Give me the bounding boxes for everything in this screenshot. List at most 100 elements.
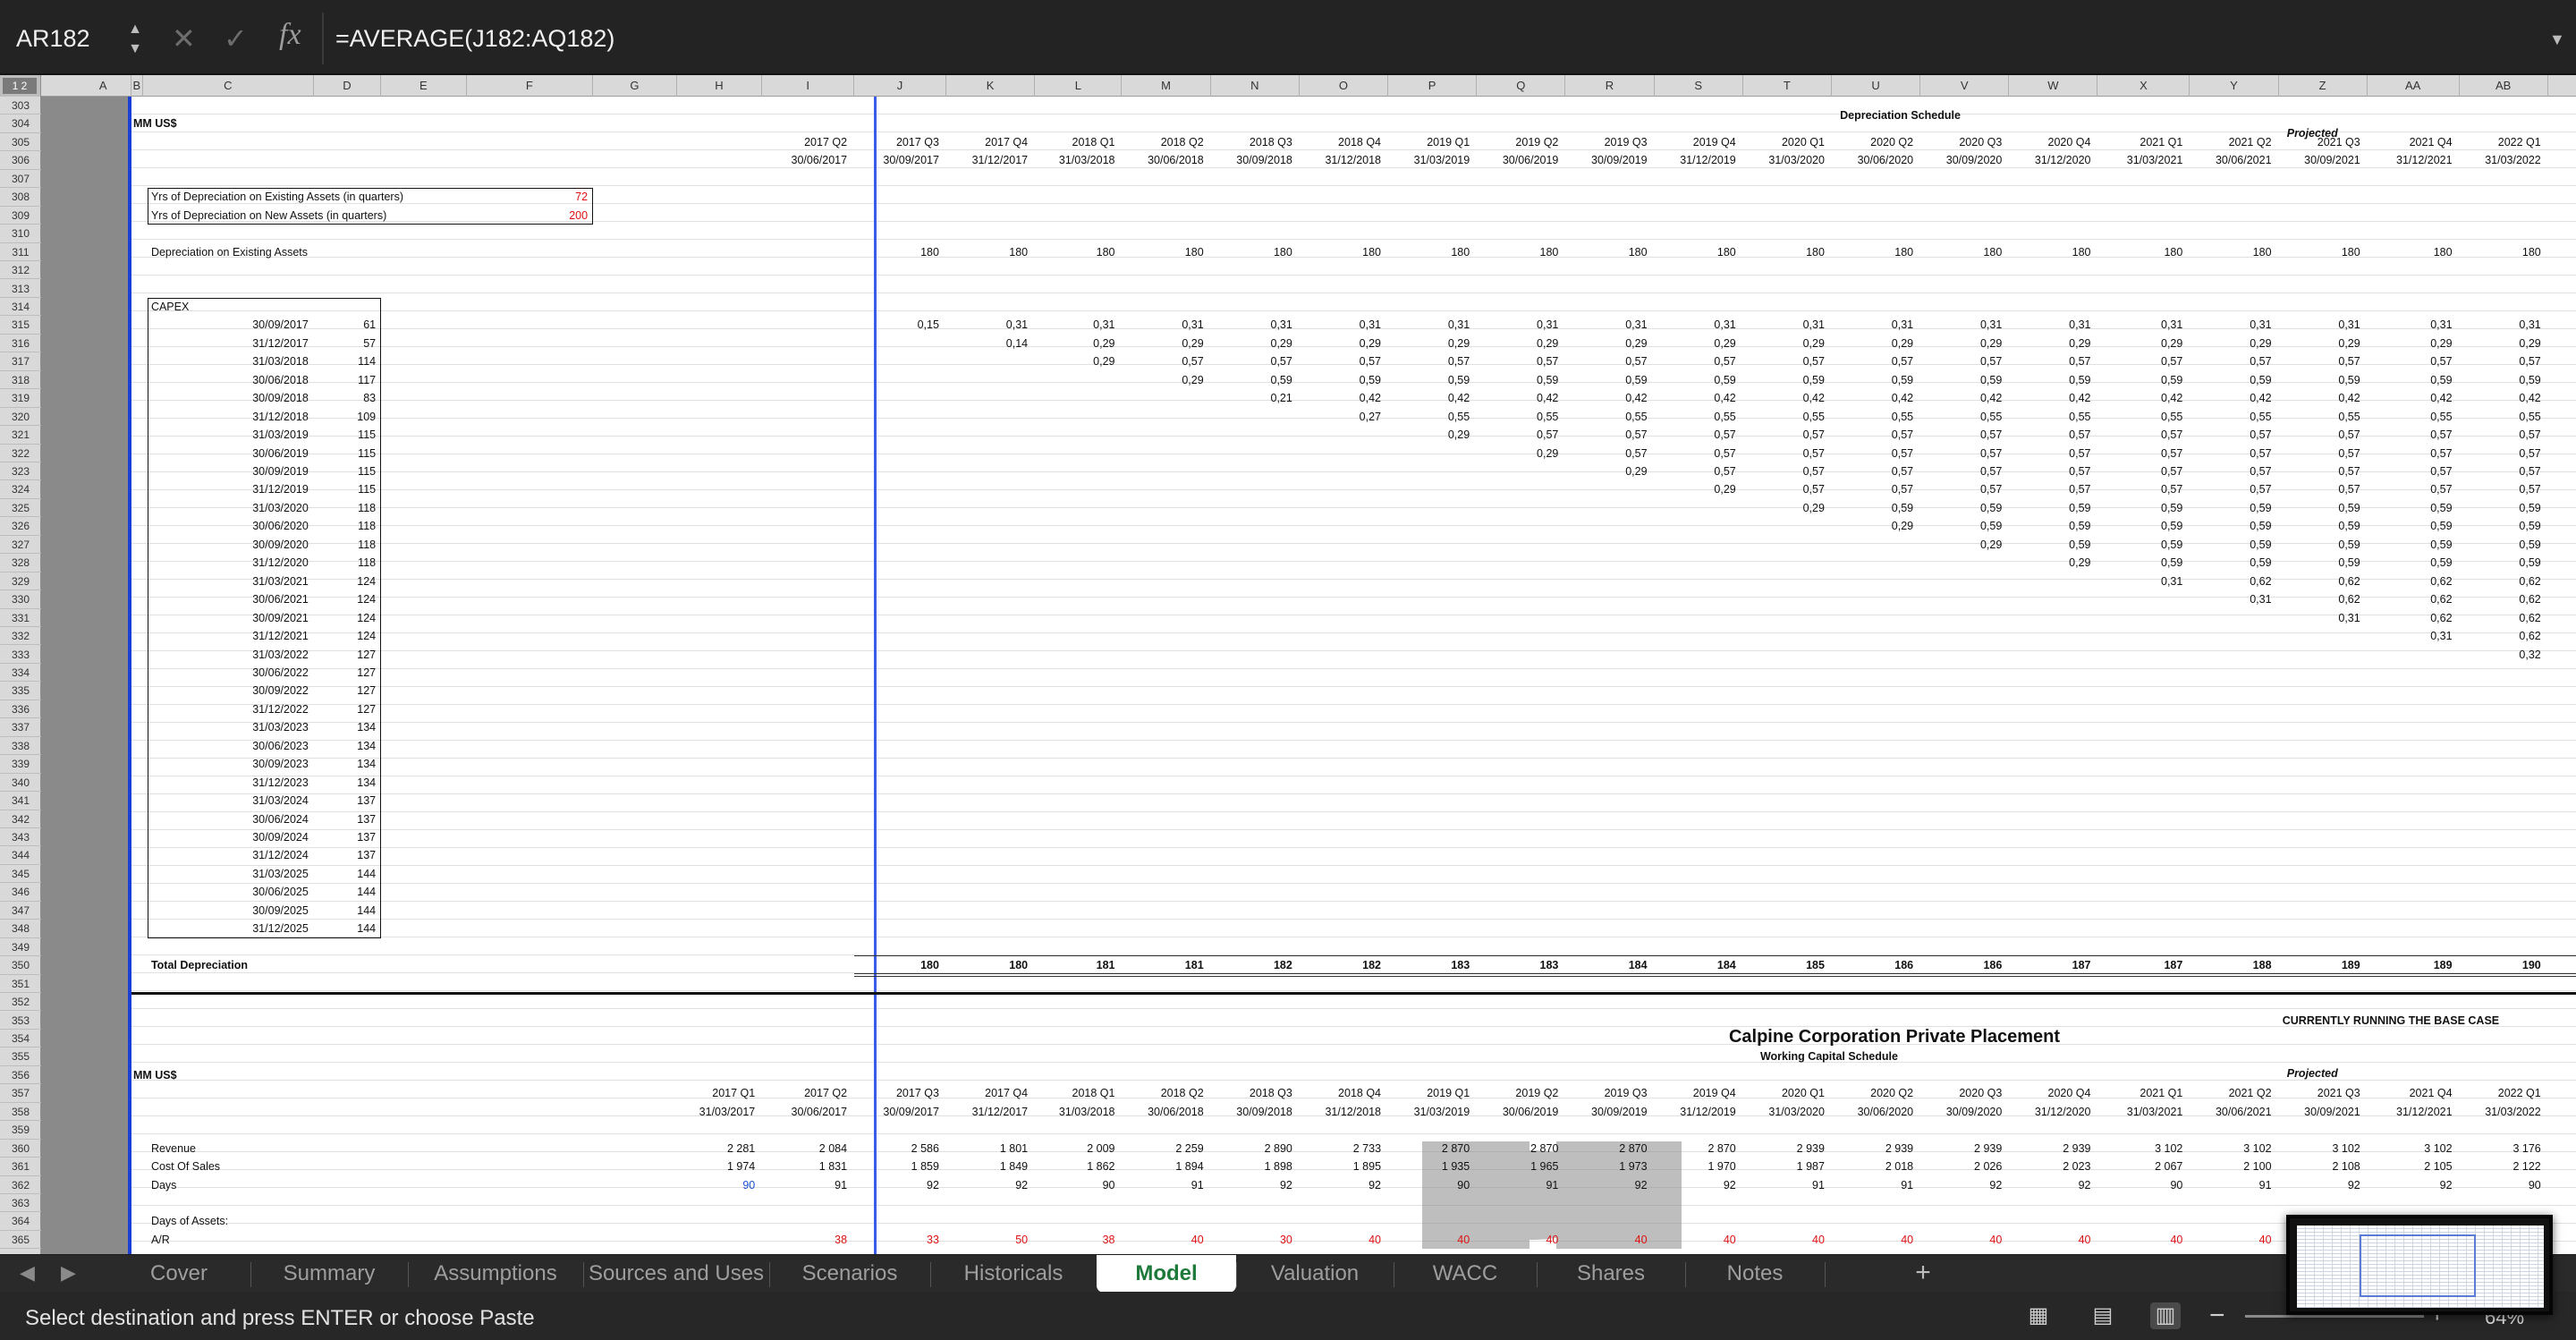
row-header[interactable]: 355 bbox=[0, 1047, 41, 1066]
row-header[interactable]: 354 bbox=[0, 1030, 41, 1048]
column-header-u[interactable]: U bbox=[1832, 75, 1921, 97]
column-header-z[interactable]: Z bbox=[2279, 75, 2368, 97]
row-header[interactable]: 309 bbox=[0, 207, 41, 225]
row-header[interactable]: 303 bbox=[0, 97, 41, 115]
row-header[interactable]: 341 bbox=[0, 792, 41, 810]
row-header[interactable]: 323 bbox=[0, 462, 41, 481]
row-header[interactable]: 357 bbox=[0, 1084, 41, 1103]
row-header[interactable]: 329 bbox=[0, 572, 41, 591]
column-header-a[interactable]: A bbox=[75, 75, 131, 97]
row-header[interactable]: 349 bbox=[0, 938, 41, 957]
tab-model[interactable]: Model bbox=[1097, 1255, 1236, 1293]
row-header[interactable]: 343 bbox=[0, 828, 41, 847]
tab-scroll-left-icon[interactable]: ◀ bbox=[20, 1261, 35, 1285]
row-header[interactable]: 316 bbox=[0, 335, 41, 353]
column-header-l[interactable]: L bbox=[1035, 75, 1123, 97]
row-header[interactable]: 353 bbox=[0, 1012, 41, 1030]
row-header[interactable]: 321 bbox=[0, 426, 41, 445]
add-sheet-button[interactable]: + bbox=[1905, 1254, 1941, 1292]
function-icon[interactable]: fx bbox=[279, 18, 301, 52]
page-layout-view-icon[interactable]: ▤ bbox=[2088, 1302, 2118, 1329]
column-header-g[interactable]: G bbox=[593, 75, 677, 97]
tab-assumptions[interactable]: Assumptions bbox=[408, 1255, 583, 1293]
normal-view-icon[interactable]: ▦ bbox=[2023, 1302, 2054, 1329]
column-header-h[interactable]: H bbox=[677, 75, 763, 97]
row-header[interactable]: 320 bbox=[0, 408, 41, 427]
row-header[interactable]: 324 bbox=[0, 480, 41, 499]
tab-summary[interactable]: Summary bbox=[250, 1255, 408, 1293]
row-header[interactable]: 317 bbox=[0, 352, 41, 371]
row-header[interactable]: 345 bbox=[0, 865, 41, 884]
tab-sources-and-uses[interactable]: Sources and Uses bbox=[583, 1255, 769, 1293]
row-header[interactable]: 365 bbox=[0, 1231, 41, 1250]
row-header[interactable]: 337 bbox=[0, 718, 41, 737]
column-header-o[interactable]: O bbox=[1300, 75, 1389, 97]
row-header[interactable]: 360 bbox=[0, 1140, 41, 1158]
row-header[interactable]: 339 bbox=[0, 755, 41, 774]
column-header-k[interactable]: K bbox=[946, 75, 1036, 97]
row-header[interactable]: 348 bbox=[0, 920, 41, 938]
row-header[interactable]: 346 bbox=[0, 883, 41, 902]
row-header[interactable]: 322 bbox=[0, 445, 41, 462]
row-header[interactable]: 351 bbox=[0, 975, 41, 994]
row-header[interactable]: 350 bbox=[0, 956, 41, 975]
row-header[interactable]: 358 bbox=[0, 1103, 41, 1122]
row-header[interactable]: 327 bbox=[0, 536, 41, 555]
tab-scroll-right-icon[interactable]: ▶ bbox=[61, 1261, 76, 1285]
row-header[interactable]: 311 bbox=[0, 243, 41, 262]
tab-valuation[interactable]: Valuation bbox=[1236, 1255, 1394, 1293]
row-header[interactable]: 304 bbox=[0, 114, 41, 133]
row-header[interactable]: 362 bbox=[0, 1176, 41, 1194]
tab-scenarios[interactable]: Scenarios bbox=[769, 1255, 930, 1293]
row-header[interactable]: 326 bbox=[0, 517, 41, 536]
tab-historicals[interactable]: Historicals bbox=[930, 1255, 1097, 1293]
confirm-icon[interactable]: ✓ bbox=[224, 21, 248, 55]
row-header[interactable]: 333 bbox=[0, 646, 41, 664]
name-box-stepper-icon[interactable]: ▲ ▼ bbox=[125, 20, 145, 61]
column-header-m[interactable]: M bbox=[1122, 75, 1211, 97]
tab-shares[interactable]: Shares bbox=[1537, 1255, 1685, 1293]
row-header[interactable]: 361 bbox=[0, 1158, 41, 1176]
column-header-p[interactable]: P bbox=[1388, 75, 1478, 97]
row-header[interactable]: 334 bbox=[0, 664, 41, 683]
row-header[interactable]: 318 bbox=[0, 371, 41, 390]
outline-level-buttons[interactable]: 1 2 bbox=[3, 78, 37, 94]
column-header-e[interactable]: E bbox=[381, 75, 467, 97]
row-header[interactable]: 310 bbox=[0, 225, 41, 243]
column-header-b[interactable]: B bbox=[131, 75, 143, 97]
column-header-t[interactable]: T bbox=[1743, 75, 1832, 97]
column-header-f[interactable]: F bbox=[467, 75, 594, 97]
zoom-slider[interactable] bbox=[2245, 1315, 2424, 1318]
row-header[interactable]: 338 bbox=[0, 737, 41, 756]
row-header[interactable]: 314 bbox=[0, 298, 41, 317]
row-header[interactable]: 325 bbox=[0, 499, 41, 518]
yrs-new-input[interactable]: 200 bbox=[467, 207, 588, 225]
column-header-c[interactable]: C bbox=[143, 75, 314, 97]
row-header[interactable]: 330 bbox=[0, 590, 41, 609]
row-header[interactable]: 306 bbox=[0, 151, 41, 170]
name-box[interactable]: AR182 bbox=[16, 25, 90, 53]
column-header-x[interactable]: X bbox=[2098, 75, 2190, 97]
column-header-d[interactable]: D bbox=[314, 75, 382, 97]
row-header[interactable]: 331 bbox=[0, 609, 41, 628]
select-all-corner[interactable]: 1 2 bbox=[0, 75, 41, 97]
row-header[interactable]: 347 bbox=[0, 902, 41, 920]
row-header[interactable]: 328 bbox=[0, 554, 41, 572]
formula-input[interactable]: =AVERAGE(J182:AQ182) bbox=[335, 25, 614, 53]
column-header-ab[interactable]: AB bbox=[2460, 75, 2548, 97]
page-break-view-icon[interactable]: ▥ bbox=[2150, 1302, 2181, 1329]
row-header[interactable]: 336 bbox=[0, 700, 41, 719]
row-header[interactable]: 342 bbox=[0, 810, 41, 828]
zoom-out-button[interactable]: − bbox=[2209, 1301, 2225, 1331]
row-header[interactable]: 305 bbox=[0, 133, 41, 152]
row-header[interactable]: 313 bbox=[0, 280, 41, 298]
row-header[interactable]: 344 bbox=[0, 846, 41, 865]
tab-cover[interactable]: Cover bbox=[107, 1255, 250, 1293]
row-header[interactable]: 319 bbox=[0, 389, 41, 408]
row-header[interactable]: 335 bbox=[0, 682, 41, 700]
expand-formula-icon[interactable]: ▼ bbox=[2549, 30, 2565, 49]
column-header-s[interactable]: S bbox=[1655, 75, 1743, 97]
row-header[interactable]: 312 bbox=[0, 261, 41, 280]
column-header-y[interactable]: Y bbox=[2190, 75, 2279, 97]
column-header-r[interactable]: R bbox=[1565, 75, 1655, 97]
